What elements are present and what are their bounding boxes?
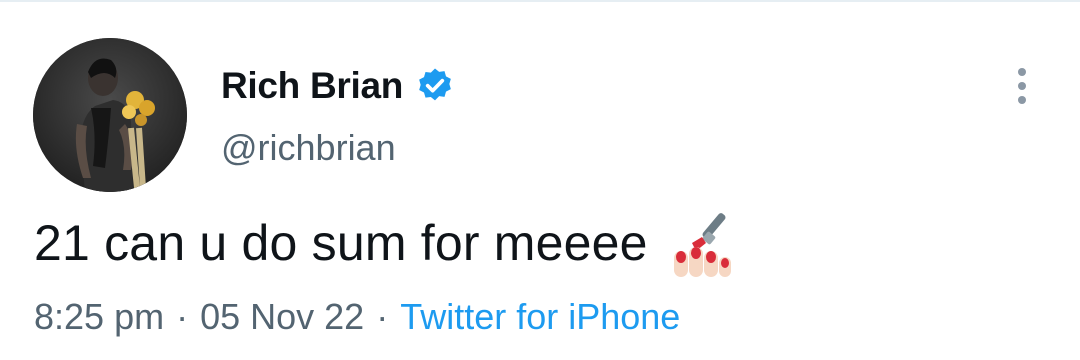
- tweet-time[interactable]: 8:25 pm: [34, 296, 164, 338]
- tweet-date[interactable]: 05 Nov 22: [200, 296, 364, 338]
- more-options-icon[interactable]: [1012, 66, 1034, 106]
- author-row: Rich Brian: [221, 65, 455, 107]
- tweet-card: Rich Brian @richbrian 21 can u do sum fo…: [0, 0, 1080, 360]
- meta-separator: ·: [376, 296, 389, 337]
- tweet-text: 21 can u do sum for meeee: [34, 215, 648, 271]
- meta-separator: ·: [176, 296, 189, 337]
- user-handle[interactable]: @richbrian: [221, 127, 396, 169]
- tweet-source-link[interactable]: Twitter for iPhone: [400, 296, 680, 338]
- nail-polish-emoji-icon: [666, 207, 734, 279]
- tweet-meta: 8:25 pm · 05 Nov 22 · Twitter for iPhone: [34, 296, 680, 338]
- display-name[interactable]: Rich Brian: [221, 65, 403, 107]
- tweet-body: 21 can u do sum for meeee: [34, 207, 734, 279]
- avatar[interactable]: [33, 38, 187, 192]
- verified-badge-icon: [415, 66, 455, 106]
